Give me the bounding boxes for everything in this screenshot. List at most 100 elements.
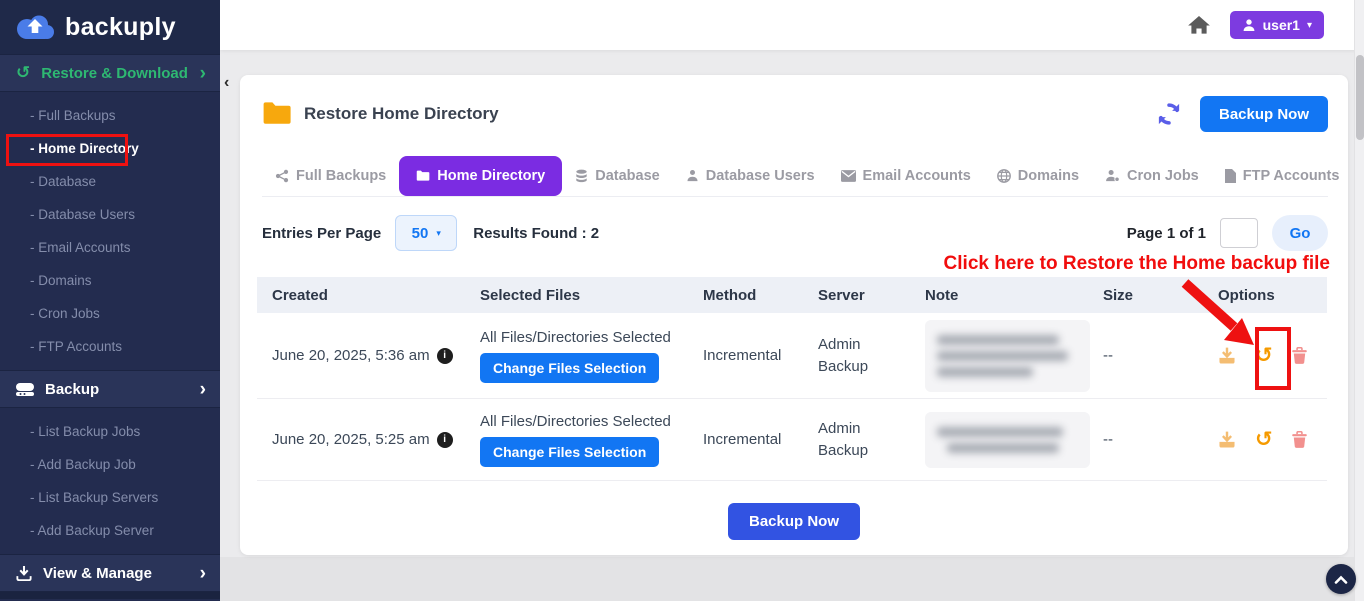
created-value: June 20, 2025, 5:36 am [272, 347, 430, 364]
tab-label: Database [595, 168, 659, 184]
download-backup-icon[interactable] [1218, 431, 1236, 448]
tab-label: Email Accounts [863, 168, 971, 184]
folder-icon [262, 102, 292, 126]
restore-backup-icon[interactable]: ↺ [1255, 429, 1273, 450]
sidebar-item-ftp-accounts[interactable]: - FTP Accounts [0, 330, 220, 363]
page-title: Restore Home Directory [304, 104, 499, 124]
chevron-right-icon: › [200, 564, 206, 583]
size-value: -- [1103, 431, 1218, 448]
col-method: Method [703, 287, 818, 304]
refresh-icon[interactable] [1156, 101, 1182, 127]
sidebar-item-database[interactable]: - Database [0, 165, 220, 198]
table-header-row: Created Selected Files Method Server Not… [257, 277, 1327, 313]
tab-full-backups[interactable]: Full Backups [262, 155, 399, 197]
restore-backup-icon[interactable]: ↺ [1255, 345, 1273, 366]
server-value: Admin Backup [818, 418, 880, 462]
col-created: Created [257, 287, 480, 304]
download-backup-icon[interactable] [1218, 347, 1236, 364]
server-value: Admin Backup [818, 334, 880, 378]
change-files-selection-button[interactable]: Change Files Selection [480, 437, 659, 467]
tab-label: Domains [1018, 168, 1079, 184]
section-label: View & Manage [43, 565, 152, 582]
entries-per-page-select[interactable]: 50 ▾ [395, 215, 457, 251]
sidebar-section-view-manage[interactable]: View & Manage › [0, 554, 220, 592]
entries-per-page-value: 50 [412, 225, 429, 242]
page-number-input[interactable] [1220, 218, 1258, 248]
sidebar-section-backup[interactable]: Backup › [0, 370, 220, 408]
sidebar-item-home-directory[interactable]: - Home Directory [0, 132, 220, 165]
change-files-selection-button[interactable]: Change Files Selection [480, 353, 659, 383]
cloud-upload-icon [14, 12, 56, 42]
tab-bar: Full Backups Home Directory Database Dat… [262, 155, 1328, 197]
sidebar-item-list-backup-servers[interactable]: - List Backup Servers [0, 481, 220, 514]
tab-domains[interactable]: Domains [984, 155, 1092, 197]
go-button[interactable]: Go [1272, 215, 1328, 251]
sidebar-item-add-backup-job[interactable]: - Add Backup Job [0, 448, 220, 481]
note-redacted-blur [925, 320, 1090, 392]
tab-label: Cron Jobs [1127, 168, 1199, 184]
backup-submenu: - List Backup Jobs - Add Backup Job - Li… [0, 408, 220, 554]
info-icon[interactable]: i [437, 348, 453, 364]
sidebar-item-domains[interactable]: - Domains [0, 264, 220, 297]
tab-home-directory[interactable]: Home Directory [399, 156, 562, 196]
method-value: Incremental [703, 431, 818, 448]
tab-email-accounts[interactable]: Email Accounts [828, 155, 984, 197]
tab-cron-jobs[interactable]: Cron Jobs [1092, 155, 1212, 197]
delete-backup-icon[interactable] [1292, 347, 1307, 364]
sidebar-section-restore-download[interactable]: ↺ Restore & Download › [0, 54, 220, 92]
caret-down-icon: ▾ [1307, 20, 1312, 31]
caret-down-icon: ▾ [436, 228, 441, 239]
backup-now-button-bottom[interactable]: Backup Now [728, 503, 860, 540]
note-redacted-blur [925, 412, 1090, 468]
col-server: Server [818, 287, 925, 304]
backups-table: Created Selected Files Method Server Not… [257, 277, 1327, 481]
user-icon [1242, 18, 1256, 32]
home-icon[interactable] [1188, 16, 1210, 35]
tab-label: Home Directory [437, 168, 545, 184]
restore-home-directory-card: Restore Home Directory Backup Now Full B… [240, 75, 1348, 555]
sidebar-item-full-backups[interactable]: - Full Backups [0, 99, 220, 132]
delete-backup-icon[interactable] [1292, 431, 1307, 448]
sidebar-item-list-backup-jobs[interactable]: - List Backup Jobs [0, 415, 220, 448]
server-drive-icon [16, 383, 34, 396]
tab-label: Full Backups [296, 168, 386, 184]
scrollbar-track[interactable] [1354, 0, 1364, 601]
selected-files-text: All Files/Directories Selected [480, 413, 671, 430]
tab-ftp-accounts[interactable]: FTP Accounts [1212, 155, 1353, 197]
brand-name: backuply [65, 13, 176, 42]
sidebar-item-cron-jobs[interactable]: - Cron Jobs [0, 297, 220, 330]
tab-database[interactable]: Database [562, 155, 672, 197]
table-row: June 20, 2025, 5:36 am i All Files/Direc… [257, 313, 1327, 399]
download-tray-icon [16, 566, 32, 581]
selected-files-text: All Files/Directories Selected [480, 329, 671, 346]
size-value: -- [1103, 347, 1218, 364]
sidebar: backuply ↺ Restore & Download › - Full B… [0, 0, 220, 601]
sidebar-item-add-backup-server[interactable]: - Add Backup Server [0, 514, 220, 547]
col-note: Note [925, 287, 1103, 304]
scroll-to-top-button[interactable] [1326, 564, 1356, 594]
chevron-right-icon: › [200, 380, 206, 399]
sidebar-collapse-chevron[interactable]: ‹ [224, 74, 229, 92]
brand-logo[interactable]: backuply [0, 0, 220, 54]
col-selected-files: Selected Files [480, 287, 703, 304]
tab-database-users[interactable]: Database Users [673, 155, 828, 197]
scrollbar-thumb[interactable] [1356, 55, 1364, 140]
tab-label: FTP Accounts [1243, 168, 1340, 184]
created-value: June 20, 2025, 5:25 am [272, 431, 430, 448]
card-header: Restore Home Directory Backup Now [262, 93, 1328, 135]
section-label: Backup [45, 381, 99, 398]
backup-now-button-top[interactable]: Backup Now [1200, 96, 1328, 132]
section-label: Restore & Download [41, 65, 188, 82]
page-footer-strip [220, 557, 1364, 601]
chevron-right-icon: › [200, 64, 206, 83]
sidebar-footer [0, 592, 220, 599]
topbar: user1 ▾ [220, 0, 1364, 50]
sidebar-item-database-users[interactable]: - Database Users [0, 198, 220, 231]
username-label: user1 [1263, 17, 1300, 33]
info-icon[interactable]: i [437, 432, 453, 448]
user-menu-button[interactable]: user1 ▾ [1230, 11, 1324, 39]
results-found-label: Results Found : 2 [473, 225, 599, 242]
sidebar-item-email-accounts[interactable]: - Email Accounts [0, 231, 220, 264]
col-options: Options [1218, 287, 1312, 304]
list-controls: Entries Per Page 50 ▾ Results Found : 2 … [262, 215, 1328, 251]
